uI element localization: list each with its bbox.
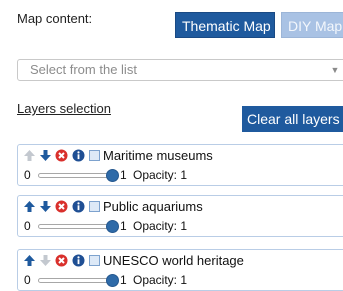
layer-name: Public aquariums	[103, 199, 203, 214]
remove-icon[interactable]	[55, 200, 68, 213]
layers-selection-heading: Layers selection	[17, 101, 111, 116]
layer-card: Public aquariums 0 1 Opacity: 1	[17, 195, 343, 237]
opacity-label: Opacity: 1	[133, 168, 188, 182]
arrow-down-icon[interactable]	[39, 254, 52, 267]
opacity-slider-track[interactable]	[38, 173, 114, 178]
opacity-slider-track[interactable]	[38, 224, 114, 229]
layer-card: UNESCO world heritage 0 1 Opacity: 1	[17, 249, 343, 291]
remove-icon[interactable]	[55, 149, 68, 162]
info-icon[interactable]	[72, 149, 85, 162]
opacity-label: Opacity: 1	[133, 273, 188, 287]
arrow-up-icon[interactable]	[23, 254, 36, 267]
tab-diy-map[interactable]: DIY Map	[281, 12, 343, 38]
arrow-up-icon[interactable]	[23, 200, 36, 213]
opacity-min-label: 0	[24, 219, 31, 233]
layer-name: Maritime museums	[103, 148, 213, 163]
opacity-max-label: 1	[120, 219, 127, 233]
opacity-slider-handle[interactable]	[106, 274, 119, 287]
info-icon[interactable]	[72, 200, 85, 213]
opacity-min-label: 0	[24, 168, 31, 182]
visibility-checkbox[interactable]	[89, 255, 100, 266]
visibility-checkbox[interactable]	[89, 201, 100, 212]
chevron-down-icon[interactable]: ▼	[324, 60, 343, 80]
layer-name: UNESCO world heritage	[103, 253, 244, 268]
opacity-slider-handle[interactable]	[106, 169, 119, 182]
layer-select[interactable]: Select from the list ▼	[17, 59, 343, 81]
arrow-up-icon[interactable]	[23, 149, 36, 162]
opacity-min-label: 0	[24, 273, 31, 287]
info-icon[interactable]	[72, 254, 85, 267]
remove-icon[interactable]	[55, 254, 68, 267]
opacity-max-label: 1	[120, 168, 127, 182]
visibility-checkbox[interactable]	[89, 150, 100, 161]
arrow-down-icon[interactable]	[39, 200, 52, 213]
clear-all-layers-button[interactable]: Clear all layers	[242, 106, 343, 132]
arrow-down-icon[interactable]	[39, 149, 52, 162]
layer-card: Maritime museums 0 1 Opacity: 1	[17, 144, 343, 186]
select-placeholder: Select from the list	[30, 62, 137, 77]
opacity-slider-track[interactable]	[38, 278, 114, 283]
opacity-label: Opacity: 1	[133, 219, 188, 233]
tab-thematic-map[interactable]: Thematic Map	[175, 12, 275, 38]
opacity-slider-handle[interactable]	[106, 220, 119, 233]
opacity-max-label: 1	[120, 273, 127, 287]
map-content-label: Map content:	[17, 11, 93, 26]
